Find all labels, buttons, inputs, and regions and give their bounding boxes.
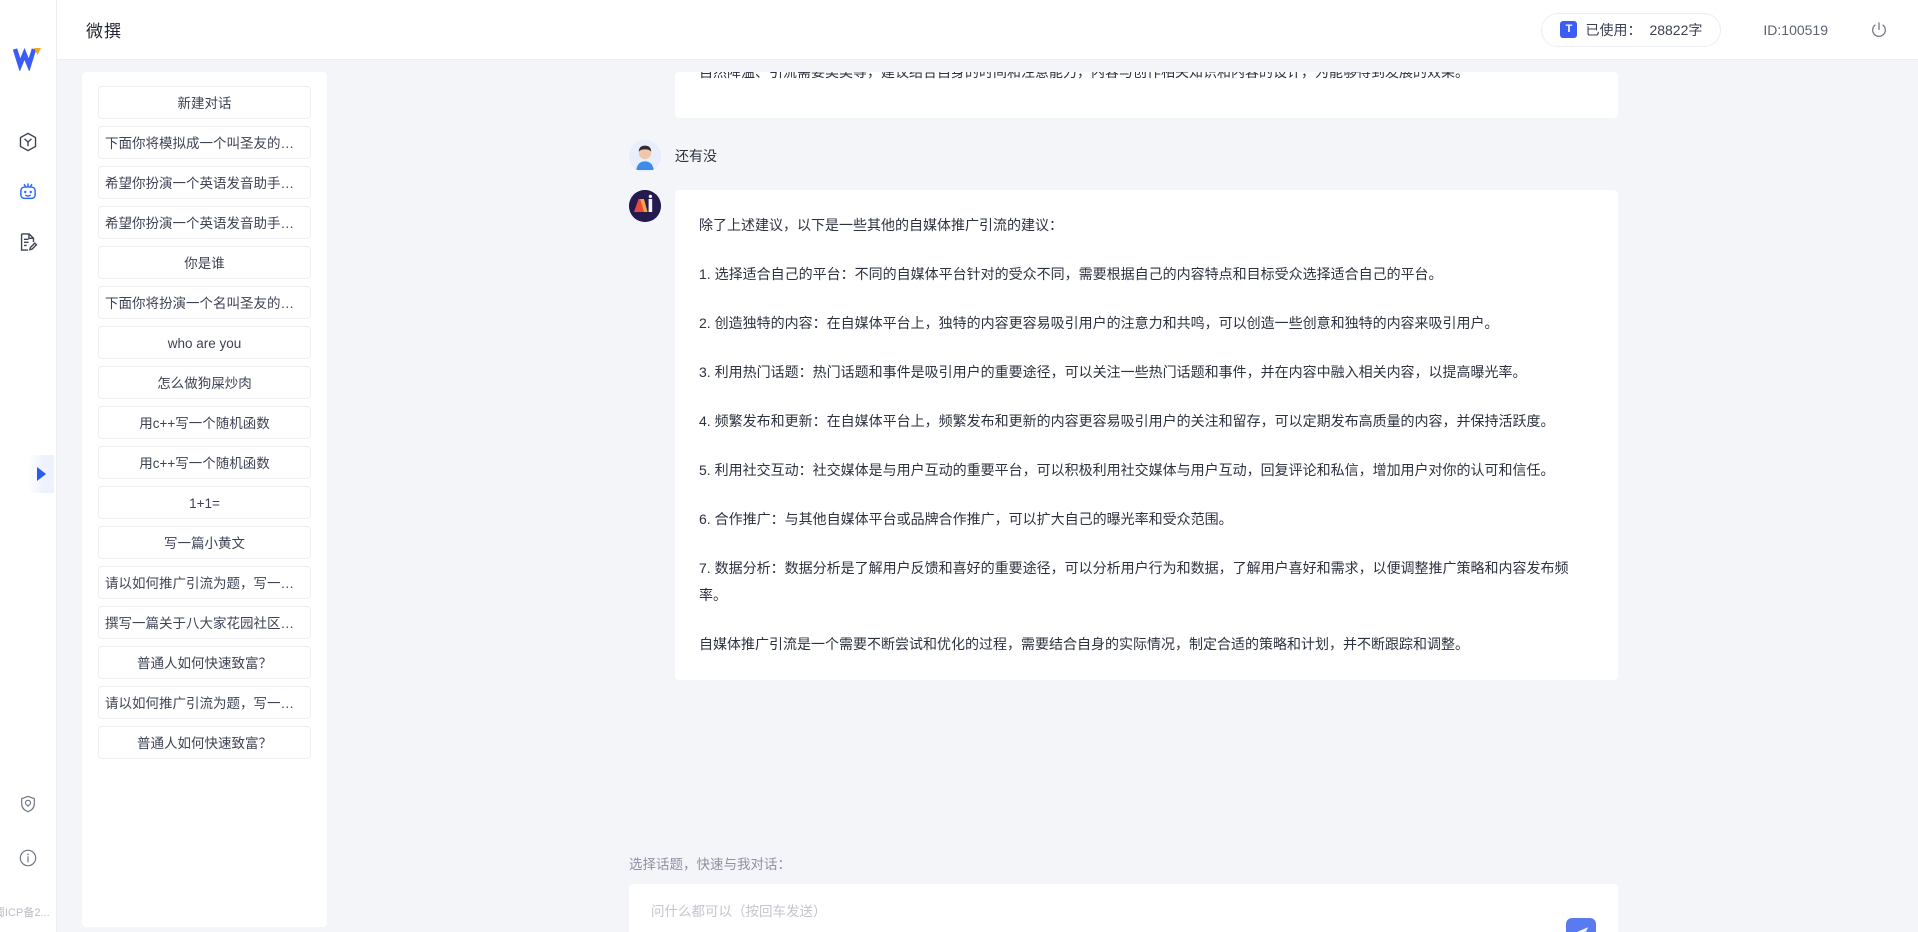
ai-avatar-icon (629, 190, 661, 222)
info-circle-icon[interactable] (14, 844, 42, 872)
usage-value: 28822字 (1649, 21, 1703, 38)
usage-label: 已使用： (1585, 21, 1642, 38)
main-column: 微撰 T 已使用： 28822字 ID:100519 新建对话 下面你将模拟成一… (57, 0, 1918, 932)
ai-paragraph: 4. 频繁发布和更新：在自媒体平台上，频繁发布和更新的内容更容易吸引用户的关注和… (699, 413, 1555, 429)
conversation-item[interactable]: 普通人如何快速致富？ (98, 646, 311, 679)
ai-paragraph: 除了上述建议，以下是一些其他的自媒体推广引流的建议： (699, 217, 1063, 233)
icp-footer-text: 蜀ICP备2... (0, 907, 50, 919)
rail-bottom-icons (0, 790, 56, 872)
conversation-item[interactable]: 用c++写一个随机函数 (98, 446, 311, 479)
user-id-label: ID:100519 (1763, 21, 1828, 38)
play-arrow-icon (37, 467, 46, 481)
composer: 选择话题，快速与我对话： (327, 853, 1918, 932)
power-icon[interactable] (1868, 19, 1890, 41)
conversation-item[interactable]: 普通人如何快速致富？ (98, 726, 311, 759)
left-icon-rail: 蜀ICP备2... (0, 0, 57, 932)
chat-area: 自然降温、引流需要类类等，建议结合自身的时间和注意能力，内容与创作相关知识和内容… (327, 72, 1918, 932)
document-edit-icon[interactable] (14, 228, 42, 256)
conversation-item[interactable]: 希望你扮演一个英语发音助手，我提供给你... (98, 166, 311, 199)
usage-chip[interactable]: T 已使用： 28822字 (1541, 12, 1722, 47)
ai-message-bubble: 除了上述建议，以下是一些其他的自媒体推广引流的建议： 1. 选择适合自己的平台：不… (675, 190, 1618, 680)
conversation-item[interactable]: 下面你将扮演一个名叫圣友的医生 (98, 286, 311, 319)
ai-paragraph: 3. 利用热门话题：热门话题和事件是吸引用户的重要途径，可以关注一些热门话题和事… (699, 364, 1527, 380)
conversation-item[interactable]: 请以如何推广引流为题，写一篇大纲 (98, 566, 311, 599)
ai-paragraph: 1. 选择适合自己的平台：不同的自媒体平台针对的受众不同，需要根据自己的内容特点… (699, 266, 1443, 282)
robot-face-icon[interactable] (14, 178, 42, 206)
conversation-item[interactable]: 撰写一篇关于八大家花园社区一刻钟便民生... (98, 606, 311, 639)
app-brand-title: 微撰 (86, 22, 122, 41)
conversation-item[interactable]: 你是谁 (98, 246, 311, 279)
conversation-item[interactable]: 下面你将模拟成一个叫圣友的程序员，我说... (98, 126, 311, 159)
user-avatar-icon (629, 140, 661, 172)
ai-paragraph: 6. 合作推广：与其他自媒体平台或品牌合作推广，可以扩大自己的曝光率和受众范围。 (699, 511, 1233, 527)
conversation-list-panel: 新建对话 下面你将模拟成一个叫圣友的程序员，我说... 希望你扮演一个英语发音助手… (82, 72, 327, 927)
message-row-ai: 除了上述建议，以下是一些其他的自媒体推广引流的建议： 1. 选择适合自己的平台：不… (629, 190, 1618, 680)
conversation-item[interactable]: 希望你扮演一个英语发音助手，我提供给你... (98, 206, 311, 239)
body-region: 新建对话 下面你将模拟成一个叫圣友的程序员，我说... 希望你扮演一个英语发音助手… (57, 60, 1918, 932)
message-row-clipped: 自然降温、引流需要类类等，建议结合自身的时间和注意能力，内容与创作相关知识和内容… (629, 72, 1618, 118)
new-conversation-button[interactable]: 新建对话 (98, 86, 311, 119)
conversation-item[interactable]: 怎么做狗屎炒肉 (98, 366, 311, 399)
message-row-user: 还有没 (629, 140, 1618, 172)
app-root: 蜀ICP备2... 微撰 T 已使用： 28822字 ID:100519 (0, 0, 1918, 932)
chat-scroll-region[interactable]: 自然降温、引流需要类类等，建议结合自身的时间和注意能力，内容与创作相关知识和内容… (327, 72, 1918, 853)
user-message-text: 还有没 (675, 148, 717, 164)
composer-box (629, 884, 1618, 932)
expand-sidebar-button[interactable] (28, 455, 54, 493)
conversation-items: 下面你将模拟成一个叫圣友的程序员，我说... 希望你扮演一个英语发音助手，我提供给… (98, 126, 311, 759)
cube-hexagon-icon[interactable] (14, 128, 42, 156)
chat-input[interactable] (649, 900, 1548, 932)
rail-primary-icons (14, 128, 42, 256)
ai-paragraph: 自媒体推广引流是一个需要不断尝试和优化的过程，需要结合自身的实际情况，制定合适的… (699, 636, 1469, 652)
conversation-item[interactable]: who are you (98, 326, 311, 359)
send-button[interactable] (1566, 918, 1596, 932)
top-header-bar: 微撰 T 已使用： 28822字 ID:100519 (57, 0, 1918, 60)
ai-paragraph: 5. 利用社交互动：社交媒体是与用户互动的重要平台，可以积极利用社交媒体与用户互… (699, 462, 1555, 478)
shield-icon[interactable] (14, 790, 42, 818)
composer-label: 选择话题，快速与我对话： (629, 857, 791, 872)
clipped-message-text: 自然降温、引流需要类类等，建议结合自身的时间和注意能力，内容与创作相关知识和内容… (699, 72, 1469, 80)
conversation-item[interactable]: 写一篇小黄文 (98, 526, 311, 559)
send-plane-icon (1575, 926, 1588, 932)
clipped-message-bubble: 自然降温、引流需要类类等，建议结合自身的时间和注意能力，内容与创作相关知识和内容… (675, 72, 1618, 118)
text-token-icon: T (1560, 21, 1578, 38)
ai-paragraph: 2. 创造独特的内容：在自媒体平台上，独特的内容更容易吸引用户的注意力和共鸣，可… (699, 315, 1499, 331)
conversation-item[interactable]: 请以如何推广引流为题，写一篇大纲 (98, 686, 311, 719)
ai-message-paragraphs: 除了上述建议，以下是一些其他的自媒体推广引流的建议： 1. 选择适合自己的平台：不… (699, 212, 1588, 658)
w-logo-icon (12, 44, 44, 72)
conversation-item[interactable]: 1+1= (98, 486, 311, 519)
ai-paragraph: 7. 数据分析：数据分析是了解用户反馈和喜好的重要途径，可以分析用户行为和数据，… (699, 560, 1569, 603)
conversation-item[interactable]: 用c++写一个随机函数 (98, 406, 311, 439)
